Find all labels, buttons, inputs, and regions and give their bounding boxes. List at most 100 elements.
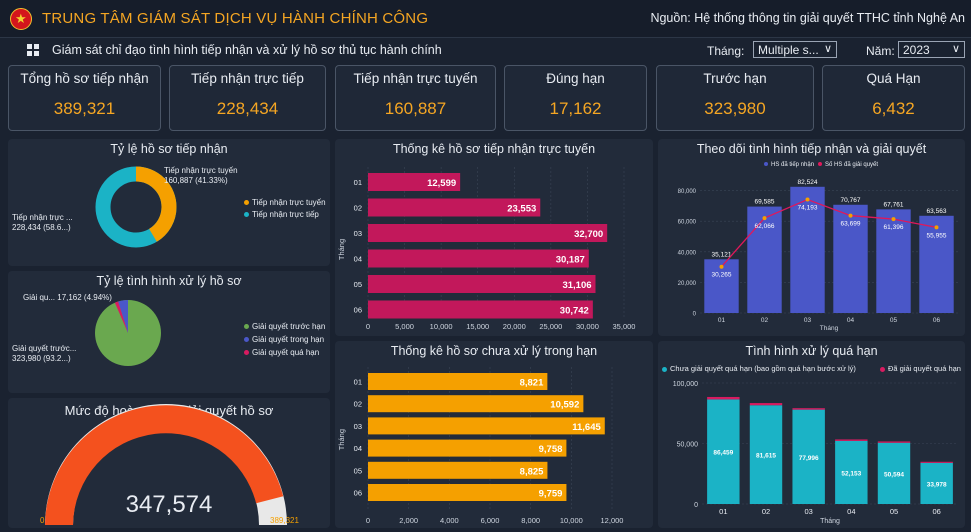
grid-icon[interactable] bbox=[27, 44, 39, 56]
kpi-online: Tiếp nhận trực tuyến 160,887 bbox=[335, 65, 496, 131]
pie-label-early: Giải quyết trước... 323,980 (93.2...) bbox=[12, 344, 77, 363]
x-tick-label: 15,000 bbox=[466, 322, 489, 331]
bar[interactable] bbox=[368, 417, 605, 435]
legend-overdue: Giải quyết quá hạn bbox=[244, 348, 319, 357]
pie-chart bbox=[95, 299, 161, 366]
line-point bbox=[848, 213, 853, 218]
y-tick-label: 05 bbox=[354, 280, 362, 289]
data-label: 9,759 bbox=[539, 489, 563, 500]
bar[interactable] bbox=[368, 275, 596, 293]
y-tick-label: 01 bbox=[354, 178, 362, 187]
gauge-value: 347,574 bbox=[125, 491, 213, 518]
data-label: 10,592 bbox=[550, 400, 579, 411]
line-point bbox=[891, 217, 896, 222]
y-tick-label: 05 bbox=[354, 466, 362, 475]
y-tick-label: 06 bbox=[354, 489, 362, 498]
pie-panel: Tỷ lệ tình hình xử lý hồ sơ Giải qu... 1… bbox=[8, 271, 330, 393]
legend-direct: Tiếp nhận trực tiếp bbox=[244, 210, 319, 219]
app-title: TRUNG TÂM GIÁM SÁT DỊCH VỤ HÀNH CHÍNH CÔ… bbox=[42, 10, 429, 27]
bar-stack-top[interactable] bbox=[707, 396, 740, 400]
chevron-down-icon: ∨ bbox=[951, 43, 960, 55]
legend-online: Tiếp nhận trực tuyến bbox=[244, 198, 326, 207]
data-label: 11,645 bbox=[572, 422, 601, 433]
bar[interactable] bbox=[368, 484, 567, 501]
bar[interactable] bbox=[919, 215, 954, 313]
bar-stack-top[interactable] bbox=[920, 461, 953, 463]
online-received-bar-chart: 0 5,000 10,000 15,000 20,000 25,000 30,000 35,0… bbox=[337, 167, 636, 331]
data-label: 12,599 bbox=[427, 178, 456, 189]
x-tick-label: 04 bbox=[847, 317, 855, 324]
bar[interactable] bbox=[368, 439, 567, 457]
data-label: 67,761 bbox=[884, 201, 904, 208]
line-point bbox=[805, 197, 810, 202]
y-tick-label: 04 bbox=[354, 444, 362, 453]
bar-stack-top[interactable] bbox=[877, 441, 911, 443]
online-received-panel: Thống kê hồ sơ tiếp nhận trực tuyến 0 5,0… bbox=[335, 139, 653, 336]
y-tick-label: 20,000 bbox=[678, 281, 697, 287]
legend-early: Giải quyết trước hạn bbox=[244, 322, 325, 331]
y-axis-label: Tháng bbox=[337, 239, 346, 260]
y-tick-label: 06 bbox=[354, 306, 362, 315]
y-tick-label: 02 bbox=[354, 400, 362, 409]
kpi-label: Trước hạn bbox=[703, 71, 767, 86]
x-axis-label: Tháng bbox=[820, 325, 839, 332]
line-point bbox=[762, 216, 767, 221]
tracking-panel: Theo dõi tình hình tiếp nhận và giải quy… bbox=[658, 139, 965, 336]
data-label: 9,758 bbox=[539, 444, 563, 455]
x-tick-label: 01 bbox=[719, 507, 727, 516]
y-tick-label: 0 bbox=[693, 312, 697, 318]
x-tick-label: 0 bbox=[366, 322, 370, 331]
data-label: 74,193 bbox=[798, 205, 818, 212]
x-tick-label: 35,000 bbox=[613, 322, 636, 331]
kpi-overdue: Quá Hạn 6,432 bbox=[822, 65, 965, 131]
pending-panel: Thống kê hồ sơ chưa xử lý trong hạn 0 2,0… bbox=[335, 341, 653, 528]
data-label: 31,106 bbox=[562, 280, 591, 291]
month-select[interactable]: Multiple s... ∨ bbox=[753, 41, 837, 58]
data-label: 81,615 bbox=[756, 453, 776, 460]
data-label: 82,524 bbox=[798, 179, 818, 186]
bar-stack-top[interactable] bbox=[749, 403, 783, 406]
data-label: 63,699 bbox=[841, 221, 861, 228]
data-label: 30,187 bbox=[556, 255, 585, 266]
x-tick-label: 5,000 bbox=[395, 322, 414, 331]
line-point bbox=[719, 264, 724, 269]
bar[interactable] bbox=[368, 224, 608, 242]
data-label: 52,153 bbox=[841, 470, 861, 477]
kpi-on-time: Đúng hạn 17,162 bbox=[504, 65, 647, 131]
x-tick-label: 10,000 bbox=[560, 516, 583, 525]
data-label: 23,553 bbox=[507, 204, 536, 215]
month-filter-label: Tháng: bbox=[707, 44, 745, 58]
emblem-logo: ★ bbox=[10, 8, 32, 30]
data-label: 69,585 bbox=[755, 199, 775, 206]
data-label: 30,265 bbox=[712, 272, 732, 279]
x-tick-label: 03 bbox=[804, 317, 812, 324]
kpi-value: 6,432 bbox=[872, 99, 915, 118]
kpi-value: 389,321 bbox=[53, 99, 116, 118]
x-tick-label: 06 bbox=[933, 317, 941, 324]
kpi-value: 17,162 bbox=[549, 99, 602, 118]
y-tick-label: 03 bbox=[354, 422, 362, 431]
bar-stack-top[interactable] bbox=[792, 408, 825, 410]
x-tick-label: 0 bbox=[366, 516, 370, 525]
x-tick-label: 05 bbox=[890, 507, 898, 516]
x-tick-label: 4,000 bbox=[440, 516, 459, 525]
x-tick-label: 05 bbox=[890, 317, 898, 324]
x-tick-label: 2,000 bbox=[399, 516, 418, 525]
year-select[interactable]: 2023 ∨ bbox=[898, 41, 965, 58]
x-tick-label: 04 bbox=[847, 507, 855, 516]
data-label: 35,121 bbox=[712, 251, 732, 258]
y-tick-label: 80,000 bbox=[678, 189, 697, 195]
bar-stack-top[interactable] bbox=[835, 439, 868, 441]
y-tick-label: 40,000 bbox=[678, 250, 697, 256]
x-tick-label: 25,000 bbox=[539, 322, 562, 331]
gauge-max: 389,321 bbox=[270, 516, 299, 525]
x-tick-label: 30,000 bbox=[576, 322, 599, 331]
kpi-label: Tiếp nhận trực tiếp bbox=[191, 71, 304, 86]
data-label: 86,459 bbox=[713, 450, 733, 457]
gauge-min: 0 bbox=[40, 516, 45, 525]
y-tick-label: 02 bbox=[354, 204, 362, 213]
data-source-label: Nguồn: Hệ thống thông tin giải quyết TTH… bbox=[650, 11, 965, 25]
data-label: 62,066 bbox=[755, 223, 775, 230]
kpi-label: Đúng hạn bbox=[546, 71, 605, 86]
top-bar: ★ TRUNG TÂM GIÁM SÁT DỊCH VỤ HÀNH CHÍNH … bbox=[0, 0, 971, 38]
